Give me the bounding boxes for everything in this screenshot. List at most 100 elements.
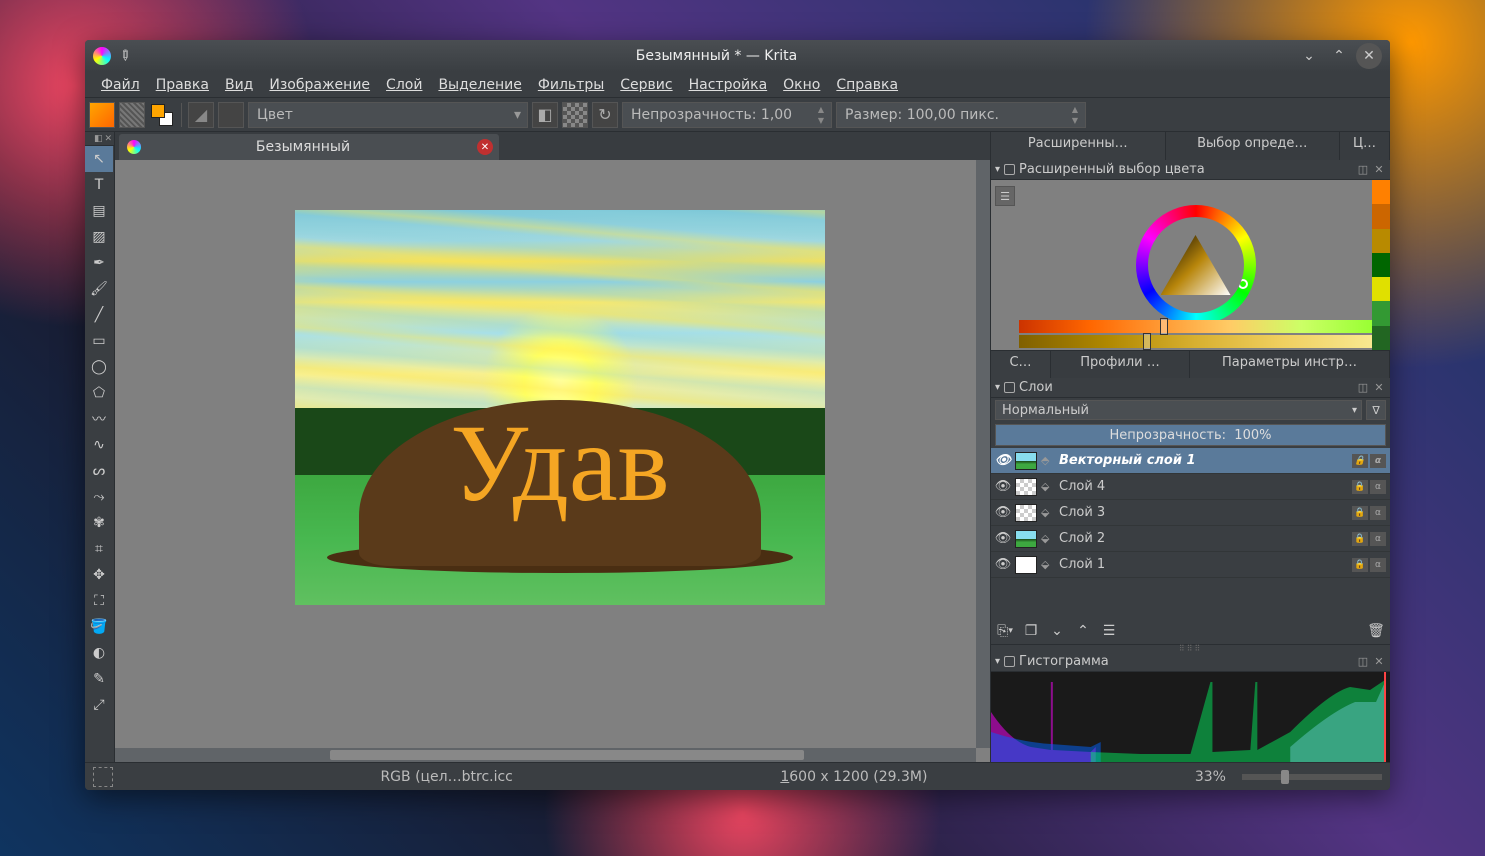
status-zoom[interactable]: 33% bbox=[1195, 769, 1226, 785]
collapse-icon[interactable]: ▾ bbox=[995, 164, 1000, 175]
tool-ellipse[interactable]: ◯ bbox=[85, 354, 113, 380]
shade-bar-2[interactable] bbox=[1019, 335, 1372, 348]
titlebar[interactable]: ✎ Безымянный * — Krita ⌄ ⌃ ✕ bbox=[85, 40, 1390, 72]
tool-multibrush[interactable]: ✾ bbox=[85, 510, 113, 536]
layer-alpha-icon[interactable]: α bbox=[1370, 506, 1386, 520]
eraser-mode-button[interactable]: ◧ bbox=[532, 102, 558, 128]
layer-filter-button[interactable]: ∇ bbox=[1366, 400, 1386, 420]
visibility-toggle-icon[interactable]: 👁 bbox=[995, 531, 1011, 547]
tool-calligraphy[interactable]: ✒ bbox=[85, 250, 113, 276]
tool-line[interactable]: ╱ bbox=[85, 302, 113, 328]
minimize-button[interactable]: ⌄ bbox=[1296, 43, 1322, 69]
swatch[interactable] bbox=[1372, 229, 1390, 253]
pattern-button[interactable] bbox=[119, 102, 145, 128]
tool-polyline[interactable]: 〰 bbox=[85, 406, 113, 432]
menu-image[interactable]: Изображение bbox=[261, 75, 378, 95]
close-panel-icon[interactable]: ✕ bbox=[1372, 655, 1386, 669]
tool-pattern-edit[interactable]: ▨ bbox=[85, 224, 113, 250]
swatch[interactable] bbox=[1372, 253, 1390, 277]
close-panel-icon[interactable]: ✕ bbox=[1372, 381, 1386, 395]
move-layer-down-button[interactable]: ⌄ bbox=[1047, 621, 1067, 641]
panel-grip[interactable]: ⠿⠿⠿ bbox=[991, 644, 1390, 652]
swatch[interactable] bbox=[1372, 326, 1390, 350]
lock-icon[interactable] bbox=[1004, 656, 1015, 667]
tool-crop[interactable]: ⌗ bbox=[85, 536, 113, 562]
menu-edit[interactable]: Правка bbox=[148, 75, 217, 95]
tab-advanced-color[interactable]: Расширенны… bbox=[991, 132, 1166, 160]
canvas[interactable]: Удав bbox=[295, 210, 825, 605]
tab-color[interactable]: Ц… bbox=[1340, 132, 1390, 160]
close-panel-icon[interactable]: ✕ bbox=[1372, 163, 1386, 177]
visibility-toggle-icon[interactable]: 👁 bbox=[995, 453, 1011, 469]
reload-preset-button[interactable]: ↻ bbox=[592, 102, 618, 128]
maximize-button[interactable]: ⌃ bbox=[1326, 43, 1352, 69]
zoom-slider[interactable] bbox=[1242, 774, 1382, 780]
layer-alpha-icon[interactable]: α bbox=[1370, 532, 1386, 546]
tool-move[interactable]: ✥ bbox=[85, 562, 113, 588]
tool-color-picker[interactable]: ✎ bbox=[85, 666, 113, 692]
layer-name[interactable]: Слой 3 bbox=[1059, 505, 1348, 520]
layer-lock-icon[interactable]: 🔒 bbox=[1352, 532, 1368, 546]
layer-blend-mode-dropdown[interactable]: Нормальный bbox=[995, 400, 1362, 420]
visibility-toggle-icon[interactable]: 👁 bbox=[995, 557, 1011, 573]
tab-tool-options[interactable]: Параметры инстр… bbox=[1190, 351, 1390, 378]
menu-view[interactable]: Вид bbox=[217, 75, 261, 95]
layer-properties-button[interactable]: ☰ bbox=[1099, 621, 1119, 641]
menu-settings[interactable]: Настройка bbox=[681, 75, 776, 95]
tool-transform2[interactable]: ⛶ bbox=[85, 588, 113, 614]
tool-dynamic-brush[interactable]: ⤳ bbox=[85, 484, 113, 510]
layer-alpha-icon[interactable]: α bbox=[1370, 558, 1386, 572]
alpha-lock-button[interactable] bbox=[562, 102, 588, 128]
hue-marker-icon[interactable] bbox=[1238, 279, 1248, 289]
duplicate-layer-button[interactable]: ❐ bbox=[1021, 621, 1041, 641]
color-settings-button[interactable]: ☰ bbox=[995, 186, 1015, 206]
menu-file[interactable]: Файл bbox=[93, 75, 148, 95]
size-spinner[interactable]: Размер: 100,00 пикс. ▲▼ bbox=[836, 102, 1086, 128]
tool-fill[interactable]: 🪣 bbox=[85, 614, 113, 640]
layer-lock-icon[interactable]: 🔒 bbox=[1352, 506, 1368, 520]
collapse-icon[interactable]: ▾ bbox=[995, 382, 1000, 393]
layer-row[interactable]: 👁⬙Слой 4🔒α bbox=[991, 474, 1390, 500]
layer-name[interactable]: Векторный слой 1 bbox=[1059, 453, 1348, 468]
visibility-toggle-icon[interactable]: 👁 bbox=[995, 479, 1011, 495]
layer-lock-icon[interactable]: 🔒 bbox=[1352, 454, 1368, 468]
gradient-button[interactable] bbox=[89, 102, 115, 128]
layer-alpha-icon[interactable]: α bbox=[1370, 480, 1386, 494]
tool-text[interactable]: T bbox=[85, 172, 113, 198]
menu-select[interactable]: Выделение bbox=[430, 75, 529, 95]
menu-filters[interactable]: Фильтры bbox=[530, 75, 612, 95]
swatch[interactable] bbox=[1372, 204, 1390, 228]
float-icon[interactable]: ◫ bbox=[1356, 163, 1370, 177]
float-icon[interactable]: ◫ bbox=[1356, 655, 1370, 669]
layer-lock-icon[interactable]: 🔒 bbox=[1352, 480, 1368, 494]
tool-transform[interactable]: ↖ bbox=[85, 146, 113, 172]
layer-lock-icon[interactable]: 🔒 bbox=[1352, 558, 1368, 572]
shade-bar-1[interactable] bbox=[1019, 320, 1372, 333]
tab-layers[interactable]: С… bbox=[991, 351, 1051, 378]
float-icon[interactable]: ◫ bbox=[1356, 381, 1370, 395]
layer-row[interactable]: 👁⬙Слой 3🔒α bbox=[991, 500, 1390, 526]
toolbox-header[interactable]: ◧✕ bbox=[85, 132, 114, 146]
selection-display-button[interactable] bbox=[93, 767, 113, 787]
layer-alpha-icon[interactable]: α bbox=[1370, 454, 1386, 468]
tool-color-sampler[interactable]: ⤢ bbox=[85, 692, 113, 718]
tab-profiles[interactable]: Профили … bbox=[1051, 351, 1190, 378]
collapse-icon[interactable]: ▾ bbox=[995, 656, 1000, 667]
close-tab-button[interactable]: ✕ bbox=[477, 139, 493, 155]
document-tab[interactable]: Безымянный ✕ bbox=[119, 134, 499, 160]
layer-name[interactable]: Слой 4 bbox=[1059, 479, 1348, 494]
layer-name[interactable]: Слой 2 bbox=[1059, 531, 1348, 546]
fgbg-color-control[interactable] bbox=[149, 102, 175, 128]
canvas-viewport[interactable]: Удав bbox=[115, 160, 990, 762]
layer-opacity-slider[interactable]: Непрозрачность: 100% bbox=[995, 424, 1386, 446]
lock-icon[interactable] bbox=[1004, 382, 1015, 393]
tab-specific-color[interactable]: Выбор опреде… bbox=[1166, 132, 1341, 160]
vertical-scrollbar[interactable] bbox=[976, 160, 990, 748]
menu-window[interactable]: Окно bbox=[775, 75, 828, 95]
swatch[interactable] bbox=[1372, 180, 1390, 204]
swatch[interactable] bbox=[1372, 301, 1390, 325]
layer-row[interactable]: 👁⬘Векторный слой 1🔒α bbox=[991, 448, 1390, 474]
brush-editor-button[interactable] bbox=[218, 102, 244, 128]
pin-icon[interactable]: ✎ bbox=[116, 46, 136, 66]
brush-preset-button[interactable]: ◢ bbox=[188, 102, 214, 128]
